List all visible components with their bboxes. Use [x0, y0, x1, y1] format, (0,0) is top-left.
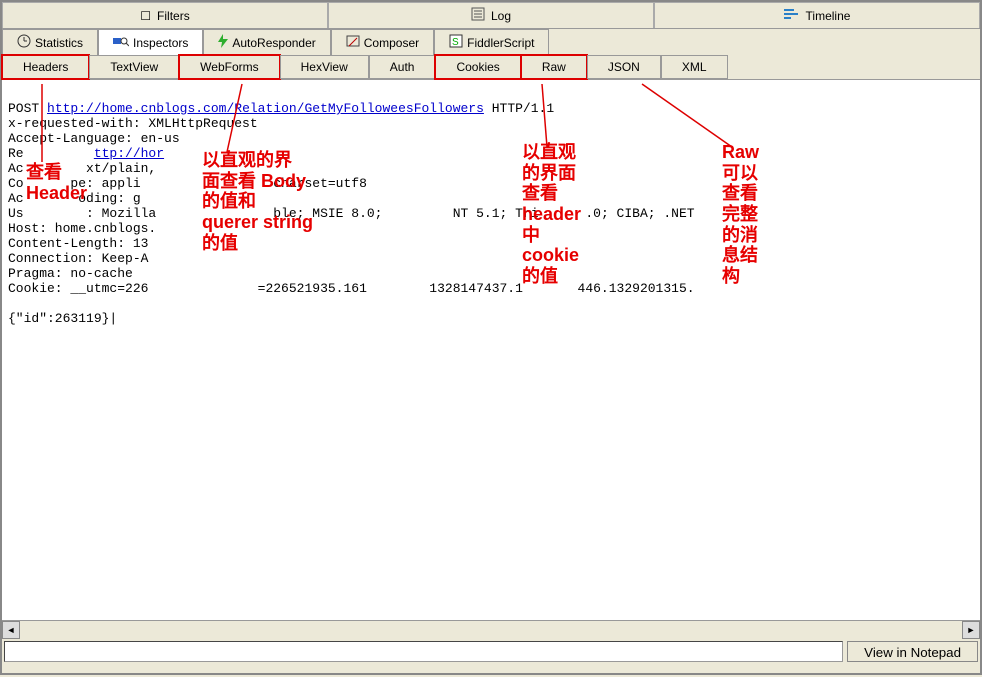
header-cookie-c: 1328147437.1	[429, 281, 523, 296]
headers-subtab-label: Headers	[23, 60, 68, 74]
header-cookie-d: 446.1329201315.	[578, 281, 695, 296]
raw-subtab-label: Raw	[542, 60, 566, 74]
svg-text:S: S	[452, 37, 459, 48]
header-encoding: Ac oding: g	[8, 191, 141, 206]
http-version: HTTP/1.1	[492, 101, 554, 116]
composer-tab-label: Composer	[364, 36, 419, 50]
header-referer-a: Re	[8, 146, 24, 161]
cookies-subtab-label: Cookies	[456, 60, 499, 74]
auth-subtab-label: Auth	[390, 60, 415, 74]
xml-subtab[interactable]: XML	[661, 55, 728, 79]
hexview-subtab-label: HexView	[301, 60, 348, 74]
header-ua-b: ble; MSIE 8.0;	[273, 206, 382, 221]
header-xrequested: x-requested-with: XMLHttpRequest	[8, 116, 258, 131]
header-cookie-b: =226521935.161	[258, 281, 367, 296]
header-accept: Ac xt/plain,	[8, 161, 156, 176]
script-icon: S	[449, 34, 463, 51]
header-contenttype-a: Co pe: appli	[8, 176, 141, 191]
inspectors-icon	[113, 34, 129, 51]
header-cookie-a: Cookie: __utmc=226	[8, 281, 148, 296]
scroll-left-button[interactable]: ◄	[2, 621, 20, 639]
raw-subtab[interactable]: Raw	[521, 55, 587, 79]
bottom-bar: View in Notepad	[2, 638, 980, 664]
header-contenttype-b: charset=utf8	[258, 176, 367, 191]
textview-subtab[interactable]: TextView	[89, 55, 179, 79]
textview-subtab-label: TextView	[110, 60, 158, 74]
xml-subtab-label: XML	[682, 60, 707, 74]
composer-tab[interactable]: Composer	[331, 29, 434, 55]
timeline-tab-label: Timeline	[806, 9, 851, 23]
statistics-tab-label: Statistics	[35, 36, 83, 50]
inspectors-tab-label: Inspectors	[133, 36, 188, 50]
autoresponder-tab-label: AutoResponder	[232, 36, 315, 50]
headers-subtab[interactable]: Headers	[2, 55, 89, 79]
webforms-subtab-label: WebForms	[200, 60, 258, 74]
view-in-notepad-button[interactable]: View in Notepad	[847, 641, 978, 662]
json-subtab-label: JSON	[608, 60, 640, 74]
header-contentlength: Content-Length: 13	[8, 236, 148, 251]
auth-subtab[interactable]: Auth	[369, 55, 436, 79]
hexview-subtab[interactable]: HexView	[280, 55, 369, 79]
fiddlerscript-tab[interactable]: S FiddlerScript	[434, 29, 549, 55]
scroll-track[interactable]	[20, 621, 962, 639]
autoresponder-tab[interactable]: AutoResponder	[203, 29, 330, 55]
log-tab-label: Log	[491, 9, 511, 23]
quickexec-input[interactable]	[4, 641, 843, 662]
http-method: POST	[8, 101, 39, 116]
filters-tab-label: Filters	[157, 9, 190, 23]
inspectors-tab[interactable]: Inspectors	[98, 29, 203, 55]
checkbox-icon: ☐	[140, 9, 151, 23]
header-referer-link[interactable]: ttp://hor	[94, 146, 164, 161]
view-in-notepad-label: View in Notepad	[864, 645, 961, 660]
header-accept-lang: Accept-Language: en-us	[8, 131, 180, 146]
request-body: {"id":263119}	[8, 311, 109, 326]
timeline-tab[interactable]: Timeline	[654, 2, 980, 28]
filters-tab[interactable]: ☐ Filters	[2, 2, 328, 28]
fiddlerscript-tab-label: FiddlerScript	[467, 36, 534, 50]
header-ua-c: NT 5.1; Tri	[453, 206, 539, 221]
header-connection: Connection: Keep-A	[8, 251, 148, 266]
horizontal-scrollbar[interactable]: ◄ ►	[2, 620, 980, 638]
main-tab-bar: Statistics Inspectors AutoResponder Comp…	[2, 29, 980, 55]
raw-content-pane[interactable]: POST http://home.cnblogs.com/Relation/Ge…	[2, 80, 980, 620]
composer-icon	[346, 34, 360, 51]
json-subtab[interactable]: JSON	[587, 55, 661, 79]
bolt-icon	[218, 34, 228, 51]
log-tab[interactable]: Log	[328, 2, 654, 28]
scroll-right-button[interactable]: ►	[962, 621, 980, 639]
cookies-subtab[interactable]: Cookies	[435, 55, 520, 79]
top-tab-bar: ☐ Filters Log Timeline	[2, 2, 980, 29]
header-ua-d: .0; CIBA; .NET	[585, 206, 694, 221]
request-url[interactable]: http://home.cnblogs.com/Relation/GetMyFo…	[47, 101, 484, 116]
header-ua-a: Us : Mozilla	[8, 206, 156, 221]
timeline-icon	[784, 8, 800, 23]
header-host: Host: home.cnblogs.	[8, 221, 156, 236]
clock-icon	[17, 34, 31, 51]
sub-tab-bar: Headers TextView WebForms HexView Auth C…	[2, 55, 980, 80]
statistics-tab[interactable]: Statistics	[2, 29, 98, 55]
header-pragma: Pragma: no-cache	[8, 266, 133, 281]
log-icon	[471, 7, 485, 24]
webforms-subtab[interactable]: WebForms	[179, 55, 279, 79]
